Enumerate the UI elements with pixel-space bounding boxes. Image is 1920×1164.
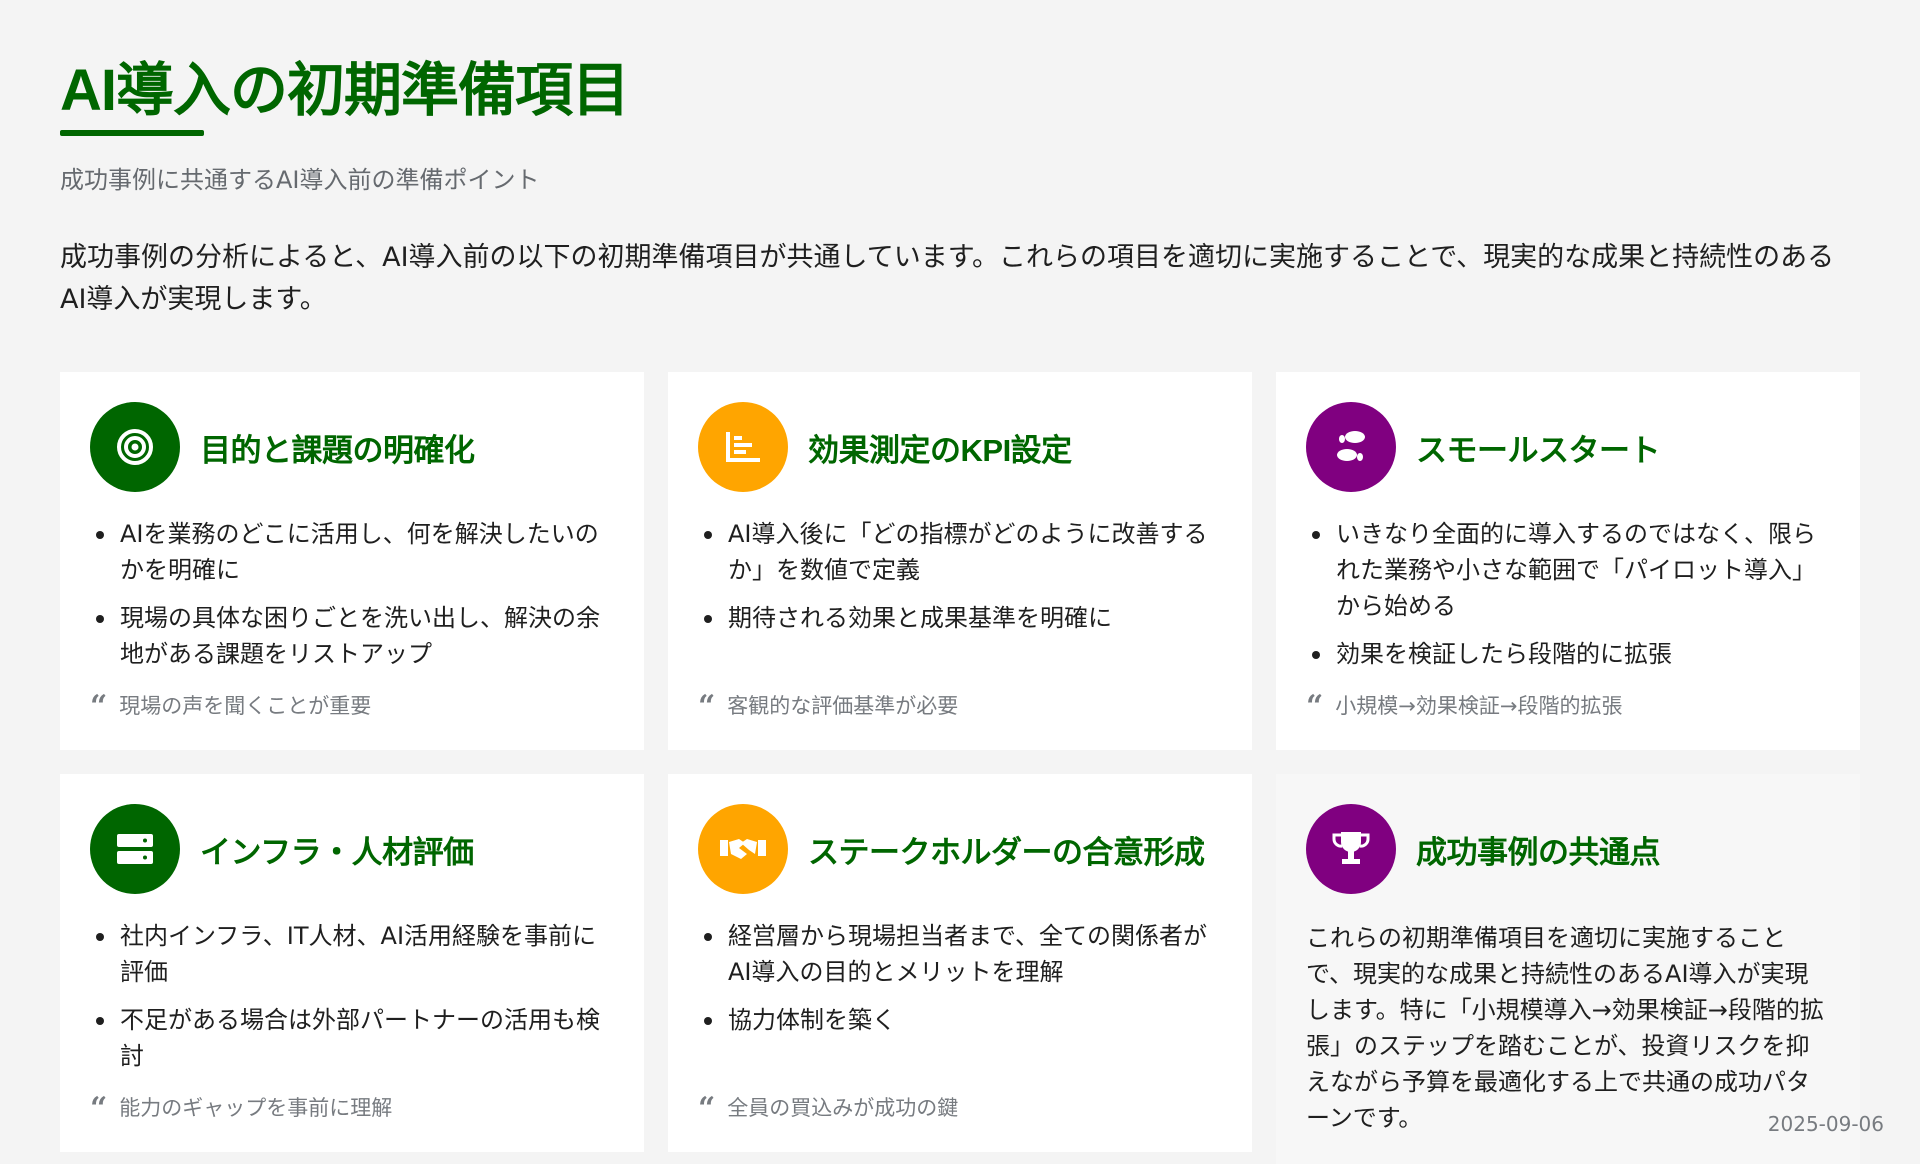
list-item: AIを業務のどこに活用し、何を解決したいのかを明確に (90, 516, 614, 588)
server-icon (90, 804, 180, 894)
target-icon (90, 402, 180, 492)
quote-icon: “ (90, 689, 108, 724)
quote-text: 小規模→効果検証→段階的拡張 (1335, 694, 1623, 718)
quote-text: 能力のギャップを事前に理解 (119, 1096, 393, 1120)
card-success-commonality: 成功事例の共通点 これらの初期準備項目を適切に実施することで、現実的な成果と持続… (1276, 774, 1860, 1164)
list-item: 現場の具体な困りごとを洗い出し、解決の余地がある課題をリストアップ (90, 600, 614, 672)
list-item: いきなり全面的に導入するのではなく、限られた業務や小さな範囲で「パイロット導入」… (1306, 516, 1830, 624)
quote-icon: “ (698, 689, 716, 724)
list-item: 不足がある場合は外部パートナーの活用も検討 (90, 1002, 614, 1074)
footprints-icon (1306, 402, 1396, 492)
card-goal-clarification: 目的と課題の明確化 AIを業務のどこに活用し、何を解決したいのかを明確に 現場の… (60, 372, 644, 750)
quote-text: 全員の買込みが成功の鍵 (727, 1096, 959, 1120)
quote-icon: “ (1306, 689, 1324, 724)
page-title: AI導入の初期準備項目 (60, 58, 630, 123)
handshake-icon (698, 804, 788, 894)
card-header: ステークホルダーの合意形成 (698, 804, 1222, 894)
list-item: 効果を検証したら段階的に拡張 (1306, 636, 1830, 672)
slide: AI導入の初期準備項目 成功事例に共通するAI導入前の準備ポイント 成功事例の分… (0, 0, 1920, 1164)
intro-paragraph: 成功事例の分析によると、AI導入前の以下の初期準備項目が共通しています。これらの… (60, 242, 1835, 315)
list-item: AI導入後に「どの指標がどのように改善するか」を数値で定義 (698, 516, 1222, 588)
quote-icon: “ (90, 1091, 108, 1126)
card-header: インフラ・人材評価 (90, 804, 614, 894)
summary-paragraph: これらの初期準備項目を適切に実施することで、現実的な成果と持続性のあるAI導入が… (1306, 924, 1824, 1132)
quote-text: 現場の声を聞くことが重要 (119, 694, 372, 718)
chart-icon (698, 402, 788, 492)
card-stakeholder-consensus: ステークホルダーの合意形成 経営層から現場担当者まで、全ての関係者がAI導入の目… (668, 774, 1252, 1152)
bullet-list: いきなり全面的に導入するのではなく、限られた業務や小さな範囲で「パイロット導入」… (1306, 516, 1830, 672)
page-subtitle: 成功事例に共通するAI導入前の準備ポイント (60, 166, 540, 194)
list-item: 社内インフラ、IT人材、AI活用経験を事前に評価 (90, 918, 614, 990)
card-quote: “ 現場の声を聞くことが重要 (90, 689, 372, 724)
card-quote: “ 小規模→効果検証→段階的拡張 (1306, 689, 1623, 724)
bullet-list: 社内インフラ、IT人材、AI活用経験を事前に評価 不足がある場合は外部パートナー… (90, 918, 614, 1074)
card-title: インフラ・人材評価 (200, 834, 474, 870)
card-title: 効果測定のKPI設定 (808, 432, 1072, 468)
card-quote: “ 客観的な評価基準が必要 (698, 689, 959, 724)
date-label: 2025-09-06 (1767, 1112, 1884, 1136)
trophy-icon (1306, 804, 1396, 894)
card-infra-talent: インフラ・人材評価 社内インフラ、IT人材、AI活用経験を事前に評価 不足がある… (60, 774, 644, 1152)
card-title: 目的と課題の明確化 (200, 432, 475, 468)
title-underline (60, 130, 204, 136)
list-item: 期待される効果と成果基準を明確に (698, 600, 1222, 636)
bullet-list: 経営層から現場担当者まで、全ての関係者がAI導入の目的とメリットを理解 協力体制… (698, 918, 1222, 1038)
quote-icon: “ (698, 1091, 716, 1126)
card-title: 成功事例の共通点 (1416, 834, 1661, 870)
card-quote: “ 全員の買込みが成功の鍵 (698, 1091, 959, 1126)
card-header: 成功事例の共通点 (1306, 804, 1830, 894)
card-header: 目的と課題の明確化 (90, 402, 614, 492)
card-quote: “ 能力のギャップを事前に理解 (90, 1091, 393, 1126)
card-title: スモールスタート (1416, 432, 1661, 468)
bullet-list: AIを業務のどこに活用し、何を解決したいのかを明確に 現場の具体な困りごとを洗い… (90, 516, 614, 672)
card-grid: 目的と課題の明確化 AIを業務のどこに活用し、何を解決したいのかを明確に 現場の… (60, 372, 1860, 1164)
quote-text: 客観的な評価基準が必要 (727, 694, 959, 718)
card-title: ステークホルダーの合意形成 (808, 834, 1205, 870)
card-kpi-setting: 効果測定のKPI設定 AI導入後に「どの指標がどのように改善するか」を数値で定義… (668, 372, 1252, 750)
card-small-start: スモールスタート いきなり全面的に導入するのではなく、限られた業務や小さな範囲で… (1276, 372, 1860, 750)
card-header: 効果測定のKPI設定 (698, 402, 1222, 492)
list-item: 経営層から現場担当者まで、全ての関係者がAI導入の目的とメリットを理解 (698, 918, 1222, 990)
list-item: 協力体制を築く (698, 1002, 1222, 1038)
bullet-list: AI導入後に「どの指標がどのように改善するか」を数値で定義 期待される効果と成果… (698, 516, 1222, 636)
card-header: スモールスタート (1306, 402, 1830, 492)
